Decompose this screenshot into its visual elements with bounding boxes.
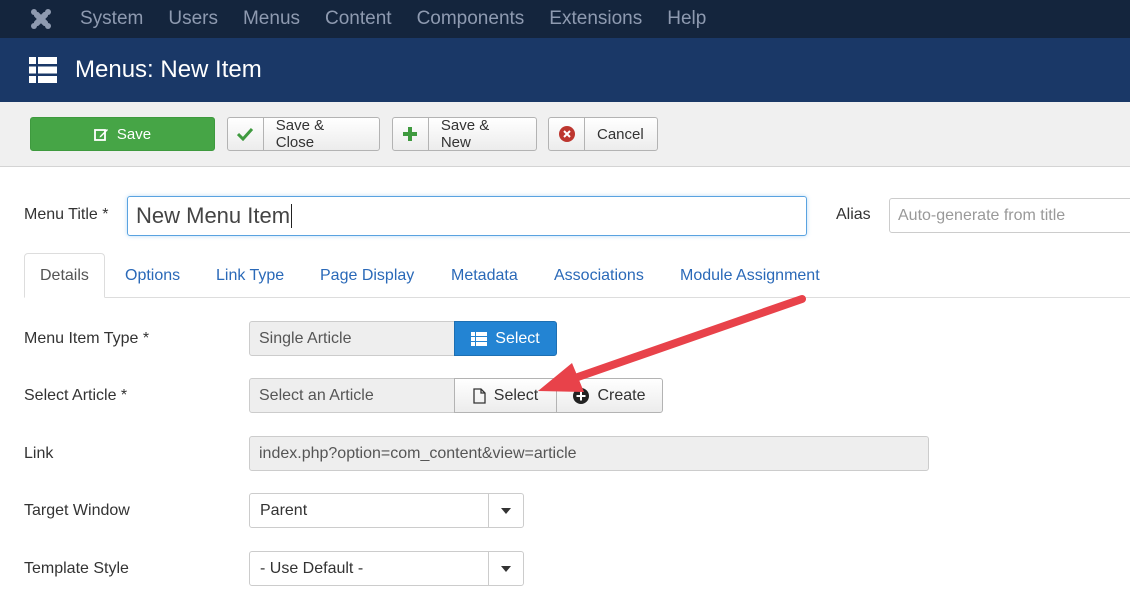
cancel-label: Cancel	[597, 125, 644, 143]
menu-title-input[interactable]: New Menu Item	[127, 196, 807, 236]
list-icon	[29, 56, 57, 84]
select-article-button-label: Select	[493, 386, 539, 404]
caret-down-icon	[488, 552, 523, 585]
save-close-label: Save & Close	[275, 117, 325, 151]
nav-menus[interactable]: Menus	[243, 8, 300, 30]
tab-associations[interactable]: Associations	[554, 253, 644, 298]
page-title: Menus: New Item	[75, 56, 262, 83]
create-article-label: Create	[597, 386, 646, 404]
menu-item-type-label: Menu Item Type *	[24, 330, 150, 347]
save-new-label: Save & New	[440, 117, 490, 151]
nav-extensions[interactable]: Extensions	[549, 8, 642, 30]
alias-placeholder: Auto-generate from title	[898, 206, 1066, 224]
link-field: index.php?option=com_content&view=articl…	[249, 436, 929, 471]
menu-item-type-select-button[interactable]: Select	[454, 321, 557, 356]
template-style-select[interactable]: - Use Default -	[249, 551, 524, 586]
edit-icon	[93, 127, 109, 142]
tab-link-type[interactable]: Link Type	[216, 253, 284, 298]
text-caret	[291, 204, 293, 228]
nav-system[interactable]: System	[80, 8, 143, 30]
caret-down-icon	[488, 494, 523, 527]
select-article-value: Select an Article	[259, 386, 374, 404]
tab-page-display[interactable]: Page Display	[320, 253, 414, 298]
menu-title-label: Menu Title *	[24, 206, 109, 223]
cancel-circle-icon	[549, 118, 585, 150]
save-label: Save	[116, 125, 152, 143]
nav-users[interactable]: Users	[168, 8, 218, 30]
menu-item-type-field: Single Article	[249, 321, 455, 356]
link-label: Link	[24, 445, 54, 462]
template-style-label: Template Style	[24, 560, 129, 577]
select-article-button[interactable]: Select	[454, 378, 557, 413]
alias-input[interactable]: Auto-generate from title	[889, 198, 1130, 233]
plus-icon	[393, 118, 429, 150]
plus-circle-icon	[573, 387, 590, 404]
tab-options[interactable]: Options	[125, 253, 180, 298]
check-icon	[228, 118, 264, 150]
page-header: Menus: New Item	[0, 38, 1130, 102]
save-close-button[interactable]: Save & Close	[227, 117, 380, 151]
tab-metadata[interactable]: Metadata	[451, 253, 518, 298]
menu-item-type-select-label: Select	[495, 329, 540, 347]
create-article-button[interactable]: Create	[556, 378, 663, 413]
menu-title-value: New Menu Item	[136, 203, 291, 228]
joomla-logo-icon[interactable]	[30, 8, 52, 30]
template-style-value: - Use Default -	[260, 560, 364, 577]
tab-details[interactable]: Details	[24, 253, 105, 298]
file-icon	[473, 387, 486, 404]
alias-label: Alias	[836, 206, 871, 223]
save-button[interactable]: Save	[30, 117, 215, 151]
toolbar: Save Save & Close Save & New Cancel	[0, 102, 1130, 167]
target-window-select[interactable]: Parent	[249, 493, 524, 528]
list-icon	[471, 331, 488, 346]
link-value: index.php?option=com_content&view=articl…	[259, 444, 577, 462]
tab-module-assignment[interactable]: Module Assignment	[680, 253, 820, 298]
select-article-field: Select an Article	[249, 378, 455, 413]
target-window-label: Target Window	[24, 502, 130, 519]
nav-help[interactable]: Help	[667, 8, 706, 30]
select-article-label: Select Article *	[24, 387, 128, 404]
top-navbar: System Users Menus Content Components Ex…	[0, 0, 1130, 38]
nav-components[interactable]: Components	[417, 8, 525, 30]
nav-content[interactable]: Content	[325, 8, 392, 30]
menu-item-type-value: Single Article	[259, 329, 352, 347]
target-window-value: Parent	[260, 502, 308, 519]
cancel-button[interactable]: Cancel	[548, 117, 658, 151]
save-new-button[interactable]: Save & New	[392, 117, 537, 151]
